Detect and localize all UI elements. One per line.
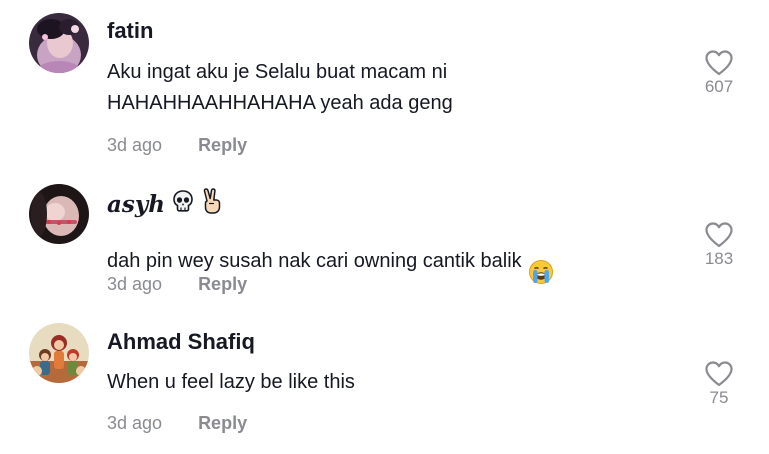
username-text: Ahmad Shafiq: [107, 329, 255, 354]
user-avatar[interactable]: [29, 13, 89, 73]
user-avatar[interactable]: [29, 184, 89, 244]
like-count: 183: [704, 249, 734, 268]
victory-hand-emoji: [201, 188, 223, 220]
avatar-cartoon-group: [29, 323, 89, 383]
avatar-photo-pink: [29, 13, 89, 73]
comment-text-content: dah pin wey susah nak cari owning cantik…: [107, 250, 522, 272]
user-avatar[interactable]: [29, 323, 89, 383]
loudly-crying-face-emoji: [528, 228, 554, 295]
like-button[interactable]: 607: [690, 50, 748, 97]
reply-button[interactable]: Reply: [198, 135, 247, 156]
comment-text: When u feel lazy be like this: [107, 371, 355, 393]
heart-outline-icon: [705, 222, 733, 248]
username-text: asyh: [107, 190, 165, 218]
like-button[interactable]: 183: [690, 222, 748, 269]
reply-button[interactable]: Reply: [198, 274, 247, 295]
comment-meta: 3d ago Reply: [107, 135, 247, 156]
comment-username[interactable]: asyh: [107, 188, 223, 220]
skull-emoji: [171, 189, 195, 219]
like-count: 75: [709, 388, 729, 407]
comment-timestamp: 3d ago: [107, 413, 163, 433]
like-count: 607: [704, 77, 734, 96]
comment-timestamp: 3d ago: [107, 135, 163, 155]
comment-username[interactable]: Ahmad Shafiq: [107, 329, 255, 355]
comment-username[interactable]: fatin: [107, 18, 153, 44]
comment-meta: 3d ago Reply: [107, 413, 247, 434]
avatar-photo-dark: [29, 184, 89, 244]
comment-timestamp: 3d ago: [107, 274, 163, 294]
like-button[interactable]: 75: [690, 361, 748, 408]
heart-outline-icon: [705, 361, 733, 387]
comment-text: Aku ingat aku je Selalu buat macam ni HA…: [107, 61, 453, 114]
comment-meta: 3d ago Reply: [107, 274, 247, 295]
heart-outline-icon: [705, 50, 733, 76]
reply-button[interactable]: Reply: [198, 413, 247, 434]
username-text: fatin: [107, 18, 154, 43]
